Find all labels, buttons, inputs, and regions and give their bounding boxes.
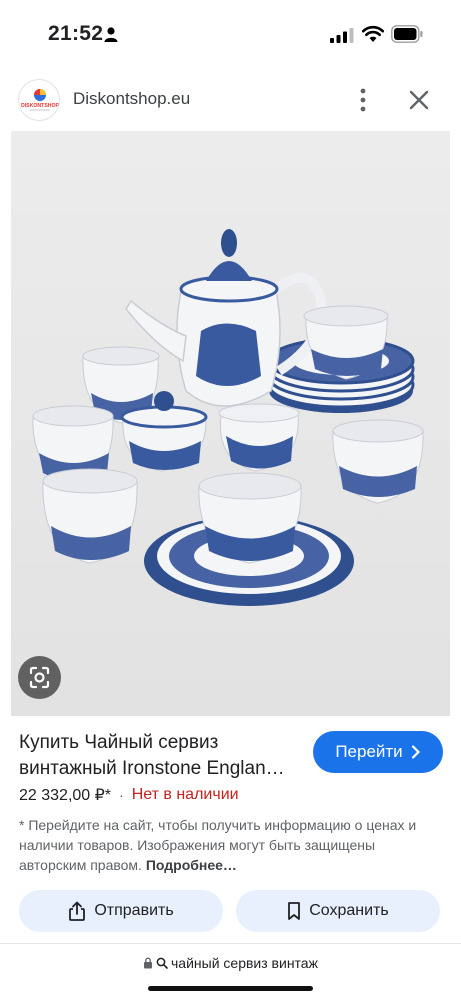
lens-icon: [29, 666, 50, 689]
search-icon: [156, 957, 168, 969]
save-button[interactable]: Сохранить: [236, 890, 440, 932]
goto-button[interactable]: Перейти: [313, 731, 443, 773]
share-label: Отправить: [94, 902, 174, 919]
site-logo-image: DISKONTSHOP: [21, 89, 60, 111]
site-name[interactable]: Diskontshop.eu: [73, 89, 190, 109]
share-icon: [69, 901, 86, 921]
site-logo[interactable]: DISKONTSHOP: [18, 79, 60, 121]
disclaimer: * Перейдите на сайт, чтобы получить инфо…: [19, 815, 439, 875]
home-indicator[interactable]: [148, 986, 313, 991]
divider: [0, 943, 461, 944]
bookmark-icon: [288, 902, 301, 920]
person-icon: [104, 27, 118, 42]
stock-status: Нет в наличии: [131, 786, 239, 803]
status-time: 21:52: [48, 22, 104, 45]
share-button[interactable]: Отправить: [19, 890, 223, 932]
separator: ·: [119, 787, 124, 803]
wifi-icon: [362, 25, 384, 42]
close-icon[interactable]: [406, 87, 432, 113]
battery-icon: [391, 25, 423, 43]
url-bar[interactable]: чайный сервиз винтаж: [0, 952, 461, 974]
more-vertical-icon[interactable]: [352, 87, 374, 113]
chevron-right-icon: [411, 745, 420, 759]
lock-icon: [144, 957, 153, 969]
result-title[interactable]: Купить Чайный сервиз винтажный Ironstone…: [19, 730, 309, 782]
svg-text:DISKONTSHOP: DISKONTSHOP: [21, 103, 60, 109]
tea-set-photo: [11, 131, 450, 716]
url-query: чайный сервиз винтаж: [171, 955, 318, 971]
price-row: 22 332,00 ₽* · Нет в наличии: [19, 785, 239, 805]
goto-label: Перейти: [335, 742, 403, 761]
save-label: Сохранить: [309, 902, 389, 919]
signal-icon: [330, 28, 354, 43]
status-bar: 21:52: [0, 0, 461, 66]
more-link[interactable]: Подробнее…: [146, 857, 237, 873]
site-header: DISKONTSHOP Diskontshop.eu: [0, 75, 461, 125]
price: 22 332,00 ₽*: [19, 787, 112, 804]
product-image[interactable]: [11, 131, 450, 716]
lens-button[interactable]: [18, 656, 61, 699]
